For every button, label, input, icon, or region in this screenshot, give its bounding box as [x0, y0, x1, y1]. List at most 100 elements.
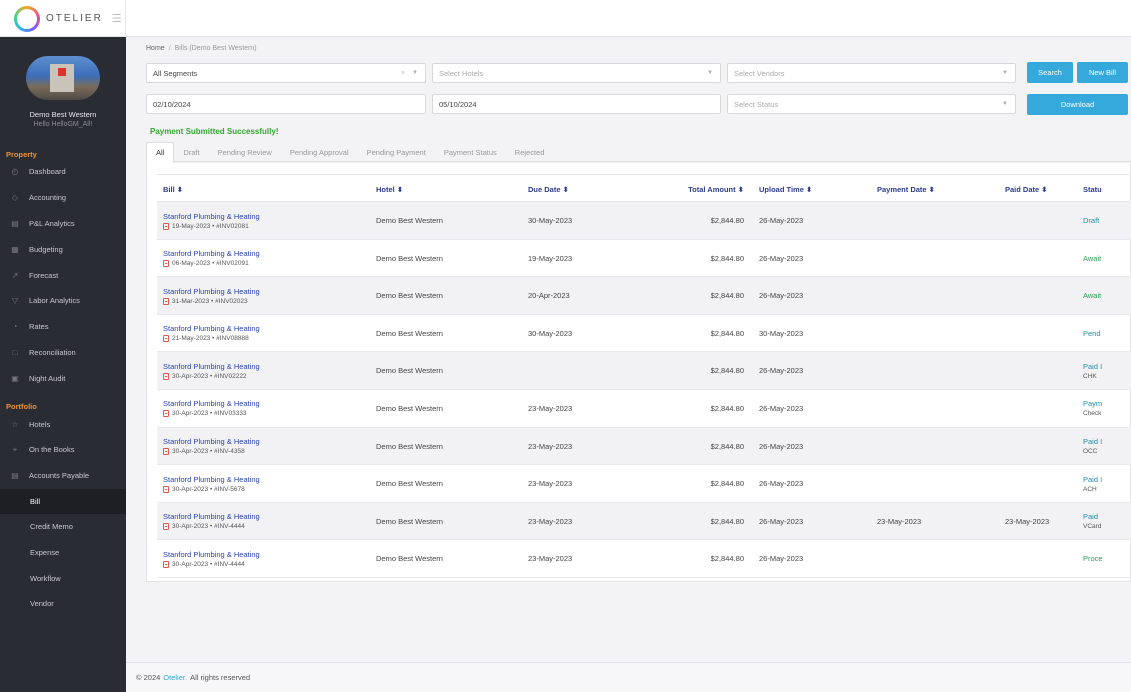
breadcrumb-home[interactable]: Home — [146, 45, 165, 52]
sidebar-item-reconciliation[interactable]: □ Reconciliation — [0, 340, 126, 366]
sidebar-item-forecast[interactable]: ↗ Forecast — [0, 262, 126, 288]
column-header-bill[interactable]: Bill ⬍ — [163, 175, 183, 203]
bill-meta: 21-May-2023 • #INV08888 — [163, 335, 249, 343]
column-header-due-date[interactable]: Due Date ⬍ — [528, 175, 569, 203]
hotel-cell: Demo Best Western — [376, 328, 443, 338]
pdf-icon[interactable] — [163, 410, 169, 418]
brand[interactable]: OTELIER ☰ — [0, 0, 126, 37]
tab-pending-review[interactable]: Pending Review — [209, 142, 281, 162]
sidebar-item-accounts-payable[interactable]: ▤ Accounts Payable — [0, 463, 126, 489]
vendor-link[interactable]: Stanford Plumbing & Heating — [163, 512, 260, 521]
sidebar-subitem-credit-memo[interactable]: Credit Memo — [0, 514, 126, 540]
sidebar-subitem-bill[interactable]: Bill — [0, 488, 126, 515]
hamburger-menu-icon[interactable]: ☰ — [112, 12, 122, 25]
table-row[interactable]: Stanford Plumbing & Heating 30-Apr-2023 •… — [157, 502, 1131, 541]
vendor-link[interactable]: Stanford Plumbing & Heating — [163, 475, 260, 484]
search-button[interactable]: Search — [1027, 62, 1073, 83]
sidebar-item-p-l-analytics[interactable]: ▤ P&L Analytics — [0, 211, 126, 237]
sidebar-subitem-workflow[interactable]: Workflow — [0, 565, 126, 591]
sidebar-item-on-the-books[interactable]: ⌖ On the Books — [0, 437, 126, 463]
tab-pending-approval[interactable]: Pending Approval — [281, 142, 358, 162]
sidebar-item-hotels[interactable]: ☆ Hotels — [0, 411, 126, 437]
tab-all[interactable]: All — [146, 142, 175, 163]
table-row[interactable]: Stanford Plumbing & Heating 06-May-2023 •… — [157, 240, 1131, 278]
pdf-icon[interactable] — [163, 260, 169, 268]
pdf-icon[interactable] — [163, 523, 169, 531]
vendor-link[interactable]: Stanford Plumbing & Heating — [163, 399, 260, 408]
payment-method: ACH — [1083, 485, 1097, 493]
table-row[interactable]: Stanford Plumbing & Heating 30-Apr-2023 •… — [157, 540, 1131, 578]
sidebar-item-night-audit[interactable]: ▣ Night Audit — [0, 365, 126, 391]
amount-cell: $2,844.80 — [710, 516, 744, 526]
column-header-hotel[interactable]: Hotel ⬍ — [376, 175, 403, 203]
sidebar-item-label: On the Books — [29, 445, 75, 455]
tab-draft[interactable]: Draft — [174, 142, 208, 162]
download-button[interactable]: Download — [1027, 94, 1128, 115]
clear-icon[interactable]: × — [401, 70, 405, 77]
table-row[interactable]: Stanford Plumbing & Heating 30-Apr-2023 •… — [157, 427, 1131, 466]
tab-rejected[interactable]: Rejected — [506, 142, 554, 162]
vendor-link[interactable]: Stanford Plumbing & Heating — [163, 287, 260, 296]
new-bill-button[interactable]: New Bill — [1077, 62, 1128, 83]
sidebar-item-rates[interactable]: ◔ Rates — [0, 314, 126, 340]
sidebar-item-budgeting[interactable]: ▦ Budgeting — [0, 236, 126, 262]
status-cell: Draft — [1083, 202, 1099, 239]
status-select[interactable]: Select Status ▼ — [727, 94, 1016, 114]
forecast-icon: ↗ — [11, 270, 19, 280]
vendor-link[interactable]: Stanford Plumbing & Heating — [163, 550, 260, 559]
table-row[interactable]: Stanford Plumbing & Heating 31-Mar-2023 •… — [157, 277, 1131, 315]
hotels-select[interactable]: Select Hotels ▼ — [432, 63, 721, 83]
column-header-upload-time[interactable]: Upload Time ⬍ — [759, 175, 812, 203]
pdf-icon[interactable] — [163, 448, 169, 456]
bill-meta: 30-Apr-2023 • #INV-5678 — [163, 485, 245, 493]
bills-table: Bill ⬍ Hotel ⬍ Due Date ⬍ Total Amount ⬍ Upl… — [157, 174, 1131, 578]
sidebar-item-accounting[interactable]: ◇ Accounting — [0, 185, 126, 211]
pdf-icon[interactable] — [163, 335, 169, 343]
tab-payment-status[interactable]: Payment Status — [435, 142, 506, 162]
vendor-link[interactable]: Stanford Plumbing & Heating — [163, 437, 260, 446]
table-row[interactable]: Stanford Plumbing & Heating 30-Apr-2023 •… — [157, 390, 1131, 428]
end-date-input[interactable]: 05/10/2024 — [432, 94, 721, 114]
tab-pending-payment[interactable]: Pending Payment — [358, 142, 435, 162]
chevron-down-icon[interactable]: ▼ — [412, 70, 418, 76]
table-row[interactable]: Stanford Plumbing & Heating 19-May-2023 •… — [157, 202, 1131, 240]
segment-select[interactable]: All Segments × ▼ — [146, 63, 426, 83]
table-row[interactable]: Stanford Plumbing & Heating 30-Apr-2023 •… — [157, 352, 1131, 390]
start-date-input[interactable]: 02/10/2024 — [146, 94, 426, 114]
vendor-link[interactable]: Stanford Plumbing & Heating — [163, 324, 260, 333]
amount-cell: $2,844.80 — [710, 328, 744, 338]
bill-date-number: 31-Mar-2023 • #INV02023 — [172, 297, 248, 305]
status-cell: Await — [1083, 277, 1101, 314]
chevron-down-icon[interactable]: ▼ — [1002, 70, 1008, 76]
sidebar-item-dashboard[interactable]: ◴ Dashboard — [0, 159, 126, 185]
column-header-paid-date[interactable]: Paid Date ⬍ — [1005, 175, 1048, 203]
vendor-link[interactable]: Stanford Plumbing & Heating — [163, 249, 260, 258]
column-header-total-amount[interactable]: Total Amount ⬍ — [688, 175, 744, 203]
pdf-icon[interactable] — [163, 485, 169, 493]
table-row[interactable]: Stanford Plumbing & Heating 21-May-2023 •… — [157, 315, 1131, 353]
table-row[interactable]: Stanford Plumbing & Heating 30-Apr-2023 •… — [157, 465, 1131, 503]
footer-brand-link[interactable]: Otelier. — [163, 673, 187, 682]
amount-cell: $2,844.80 — [710, 253, 744, 263]
vendors-select[interactable]: Select Vendors ▼ — [727, 63, 1016, 83]
vendor-link[interactable]: Stanford Plumbing & Heating — [163, 362, 260, 371]
vendor-link[interactable]: Stanford Plumbing & Heating — [163, 212, 260, 221]
bill-meta: 30-Apr-2023 • #INV-4358 — [163, 448, 245, 456]
column-header-payment-date[interactable]: Payment Date ⬍ — [877, 175, 935, 203]
status-text: Await — [1083, 253, 1102, 263]
column-header-status[interactable]: Statu — [1083, 175, 1102, 203]
pdf-icon[interactable] — [163, 372, 169, 380]
pdf-icon[interactable] — [163, 222, 169, 230]
sidebar-subitem-vendor[interactable]: Vendor — [0, 591, 126, 617]
hotel-cell: Demo Best Western — [376, 516, 443, 526]
chevron-down-icon[interactable]: ▼ — [707, 70, 713, 76]
chevron-down-icon[interactable]: ▼ — [1002, 101, 1008, 107]
sidebar-subitem-expense[interactable]: Expense — [0, 540, 126, 566]
bill-cell: Stanford Plumbing & Heating 30-Apr-2023 •… — [163, 503, 260, 540]
sidebar-item-labor-analytics[interactable]: ▽ Labor Analytics — [0, 288, 126, 314]
section-label-property: Property — [6, 150, 37, 159]
due-date-cell: 30-May-2023 — [528, 328, 573, 338]
payment-date-cell: 23-May-2023 — [877, 516, 922, 526]
pdf-icon[interactable] — [163, 297, 169, 305]
pdf-icon[interactable] — [163, 560, 169, 568]
